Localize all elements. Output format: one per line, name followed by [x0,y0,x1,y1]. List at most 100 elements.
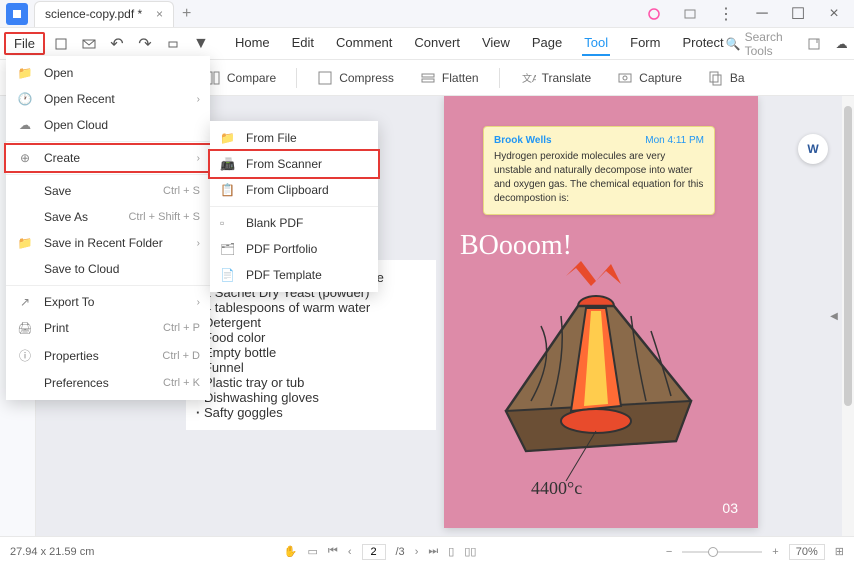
tab-title: science-copy.pdf * [45,7,142,21]
menu-create[interactable]: ⊕Create› [4,143,212,173]
chevron-right-icon: › [197,238,200,249]
last-page-icon[interactable]: ⏭ [428,545,438,558]
submenu-from-clipboard[interactable]: 📋From Clipboard [210,177,378,203]
translate-tool[interactable]: 文ATranslate [514,66,598,90]
file-dropdown-menu: 📁Open 🕐Open Recent› ☁Open Cloud ⊕Create›… [6,56,210,400]
fit-page-icon[interactable]: ⊞ [835,545,844,558]
kebab-menu-icon[interactable]: ⋮ [714,2,738,26]
info-icon: ⓘ [16,347,34,364]
create-submenu: 📁From File 📠From Scanner 📋From Clipboard… [210,121,378,292]
hand-tool-icon[interactable]: ✋ [284,545,298,558]
svg-text:文A: 文A [522,72,536,85]
list-item: Dishwashing gloves [196,390,426,405]
menu-save-as[interactable]: Save AsCtrl + Shift + S [6,204,210,230]
note-body: Hydrogen peroxide molecules are very uns… [494,150,704,206]
tab-edit[interactable]: Edit [290,31,316,56]
portfolio-icon: 🗂 [220,242,236,256]
maximize-icon[interactable]: ☐ [786,2,810,26]
list-item: Food color [196,330,426,345]
first-page-icon[interactable]: ⏮ [328,545,338,558]
menu-save-recent-folder[interactable]: 📁Save in Recent Folder› [6,230,210,256]
cloud-icon[interactable]: ☁ [832,32,851,56]
submenu-blank-pdf[interactable]: ▫Blank PDF [210,210,378,236]
close-tab-icon[interactable]: × [156,7,163,21]
template-icon: 📄 [220,268,236,282]
volcano-illustration [466,256,726,506]
tab-protect[interactable]: Protect [680,31,725,56]
tab-form[interactable]: Form [628,31,662,56]
menu-open-recent[interactable]: 🕐Open Recent› [6,86,210,112]
menu-properties[interactable]: ⓘPropertiesCtrl + D [6,341,210,370]
flatten-tool[interactable]: Flatten [414,66,485,90]
redo-icon[interactable]: ↷ [133,32,157,56]
select-tool-icon[interactable]: ▭ [308,545,318,558]
close-window-icon[interactable]: × [822,2,846,26]
clipboard-icon: 📋 [220,183,236,197]
separator [499,68,500,88]
menu-save[interactable]: SaveCtrl + S [6,178,210,204]
mail-icon[interactable] [77,32,101,56]
tab-view[interactable]: View [480,31,512,56]
list-item: Safty goggles [196,405,426,420]
scroll-thumb[interactable] [844,106,852,406]
print-icon[interactable] [161,32,185,56]
print-icon: 🖨 [16,321,34,335]
submenu-from-file[interactable]: 📁From File [210,125,378,151]
page-number-input[interactable] [362,544,386,560]
zoom-thumb[interactable] [708,547,718,557]
folder-icon: 📁 [220,131,236,145]
scanner-icon: 📠 [220,157,236,171]
save-icon[interactable] [49,32,73,56]
compress-tool[interactable]: Compress [311,66,400,90]
menu-open[interactable]: 📁Open [6,60,210,86]
zoom-out-icon[interactable]: − [666,546,672,558]
search-tools[interactable]: 🔍 Search Tools [726,30,797,58]
menu-export[interactable]: ↗Export To› [6,289,210,315]
menu-save-cloud[interactable]: Save to Cloud [6,256,210,282]
tab-home[interactable]: Home [233,31,272,56]
separator [6,285,210,286]
batch-tool[interactable]: Ba [702,66,751,90]
list-item: Empty bottle [196,345,426,360]
menu-preferences[interactable]: PreferencesCtrl + K [6,370,210,396]
notification-icon[interactable] [678,2,702,26]
undo-icon[interactable]: ↶ [105,32,129,56]
assistant-icon[interactable] [642,2,666,26]
document-tab[interactable]: science-copy.pdf * × [34,1,174,27]
minimize-icon[interactable]: ─ [750,2,774,26]
add-tab-button[interactable]: + [182,5,191,23]
page-total: /3 [396,546,405,558]
app-icon [6,3,28,25]
list-item: Plastic tray or tub [196,375,426,390]
tab-page[interactable]: Page [530,31,564,56]
annotation-note[interactable]: Brook Wells Mon 4:11 PM Hydrogen peroxid… [483,126,715,215]
right-collapse-arrow[interactable]: ◀ [830,306,838,326]
word-export-badge[interactable]: W [798,134,828,164]
zoom-percent[interactable]: 70% [789,544,825,560]
submenu-pdf-portfolio[interactable]: 🗂PDF Portfolio [210,236,378,262]
folder-icon: 📁 [16,66,34,80]
compare-tool[interactable]: Compare [199,66,282,90]
submenu-pdf-template[interactable]: 📄PDF Template [210,262,378,288]
single-page-icon[interactable]: ▯ [448,545,454,558]
chevron-right-icon: › [197,94,200,105]
menu-print[interactable]: 🖨PrintCtrl + P [6,315,210,341]
vertical-scrollbar[interactable] [842,96,854,536]
share-icon[interactable] [805,32,824,56]
dropdown-icon[interactable]: ▼ [189,32,213,56]
submenu-from-scanner[interactable]: 📠From Scanner [208,149,380,179]
capture-tool[interactable]: Capture [611,66,688,90]
materials-list: 125ml 10% Hydrogen Peroxide 1 Sachet Dry… [196,270,426,420]
boom-text: BOooom! [460,230,572,262]
menu-open-cloud[interactable]: ☁Open Cloud [6,112,210,138]
tab-comment[interactable]: Comment [334,31,394,56]
zoom-in-icon[interactable]: + [772,546,778,558]
zoom-slider[interactable] [682,551,762,553]
file-menu-button[interactable]: File [4,32,45,55]
tab-tool[interactable]: Tool [582,31,610,56]
next-page-icon[interactable]: › [415,546,419,558]
two-page-icon[interactable]: ▯▯ [464,545,476,558]
tab-convert[interactable]: Convert [412,31,462,56]
prev-page-icon[interactable]: ‹ [348,546,352,558]
cloud-icon: ☁ [16,118,34,132]
